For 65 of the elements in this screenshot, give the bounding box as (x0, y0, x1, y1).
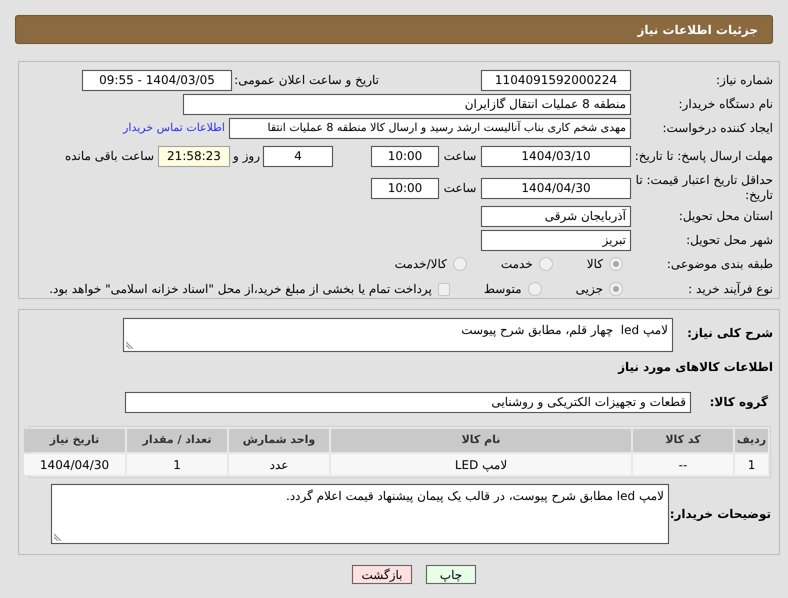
field-label: ساعت (442, 180, 478, 197)
option-label: جزیی (576, 281, 603, 298)
text-field[interactable]: 10:00 (371, 178, 439, 198)
text-field[interactable]: منطقه 8 عملیات انتقال گازایران (183, 94, 631, 114)
radio-button[interactable] (528, 282, 542, 296)
field-label: نام دستگاه خریدار: (678, 96, 773, 112)
option-label: متوسط (484, 281, 522, 298)
table-cell: -- (633, 454, 733, 475)
column-header: واحد شمارش (229, 429, 329, 452)
text-field[interactable]: 10:00 (371, 146, 439, 166)
field-label: مهلت ارسال پاسخ: تا تاریخ: (634, 148, 773, 164)
text-field[interactable]: 1404/03/05 - 09:55 (82, 70, 232, 90)
text-field[interactable]: تبریز (481, 230, 631, 250)
table-cell: لامپ LED (331, 454, 631, 475)
table-cell: 1 (735, 454, 768, 475)
text-field[interactable]: 1404/04/30 (481, 178, 631, 198)
column-header: نام کالا (331, 429, 631, 452)
text-area-value: لامپ led چهار قلم، مطابق شرح پیوست (461, 323, 668, 337)
text-field[interactable]: 1104091592000224 (481, 70, 631, 90)
print-button[interactable]: چاپ (426, 565, 476, 584)
field-label: نوع فرآیند خرید : (687, 282, 773, 296)
resize-grip-icon[interactable] (54, 533, 62, 541)
resize-grip-icon[interactable] (126, 341, 134, 349)
field-label: تاریخ و ساعت اعلان عمومی: (233, 72, 379, 88)
countdown-timer: 21:58:23 (158, 146, 230, 166)
field-label: توضیحات خریدار: (669, 506, 772, 522)
column-header: کد کالا (633, 429, 733, 452)
option-label: خدمت (500, 256, 533, 273)
table-cell: 1 (127, 454, 227, 475)
table-cell: عدد (229, 454, 329, 475)
column-header: تاریخ نیاز (24, 429, 125, 452)
field-label: شرح کلی نیاز: (686, 325, 773, 341)
field-label: حداقل تاریخ اعتبار قیمت: تا تاریخ: (634, 173, 773, 203)
option-label: کالا (586, 256, 603, 273)
radio-button[interactable] (609, 282, 623, 296)
text-field[interactable]: 4 (263, 146, 333, 166)
text-field[interactable]: مهدی شخم کاری بناب آنالیست ارشد رسید و ارسال کالا منطقه 8 عملیات انتقا (229, 118, 631, 138)
field-label: ساعت (442, 148, 478, 165)
text-area-value: لامپ led مطابق شرح پیوست، در قالب یک پیمان پیشنهاد قیمت اعلام گردد. (286, 489, 664, 503)
radio-button[interactable] (452, 257, 467, 271)
field-label: ایجاد کننده درخواست: (661, 120, 773, 136)
text-field[interactable]: قطعات و تجهیزات الکتریکی و روشنایی (125, 392, 691, 412)
section-title: اطلاعات کالاهای مورد نیاز (618, 359, 773, 376)
text-field[interactable]: آذربایجان شرقی (481, 206, 631, 226)
column-header: تعداد / مقدار (127, 429, 227, 452)
field-label: طبقه بندی موضوعی: (666, 256, 773, 272)
field-label: استان محل تحویل: (678, 208, 773, 224)
checkbox[interactable] (438, 282, 450, 296)
field-label: شهر محل تحویل: (685, 232, 773, 248)
contact-link[interactable]: اطلاعات تماس خریدار (123, 120, 225, 136)
field-label: گروه کالا: (708, 394, 769, 410)
back-button[interactable]: بازگشت (352, 565, 412, 584)
field-label: شماره نیاز: (715, 72, 773, 88)
table-cell: 1404/04/30 (24, 454, 125, 475)
field-label: ساعت باقی مانده (64, 148, 154, 165)
column-header: ردیف (735, 429, 768, 452)
field-label: روز و (232, 148, 261, 165)
radio-button[interactable] (609, 257, 623, 271)
radio-button[interactable] (538, 257, 553, 271)
text-field[interactable]: 1404/03/10 (481, 146, 631, 166)
text-area[interactable]: لامپ led چهار قلم، مطابق شرح پیوست (123, 318, 673, 352)
page-title: جزئیات اطلاعات نیاز (637, 22, 758, 38)
option-label: کالا/خدمت (394, 256, 447, 273)
checkbox-label: پرداخت تمام یا بخشی از مبلغ خرید،از محل "اسناد خزانه اسلامی" خواهد بود. (49, 281, 432, 298)
text-area[interactable]: لامپ led مطابق شرح پیوست، در قالب یک پیمان پیشنهاد قیمت اعلام گردد. (51, 484, 669, 544)
